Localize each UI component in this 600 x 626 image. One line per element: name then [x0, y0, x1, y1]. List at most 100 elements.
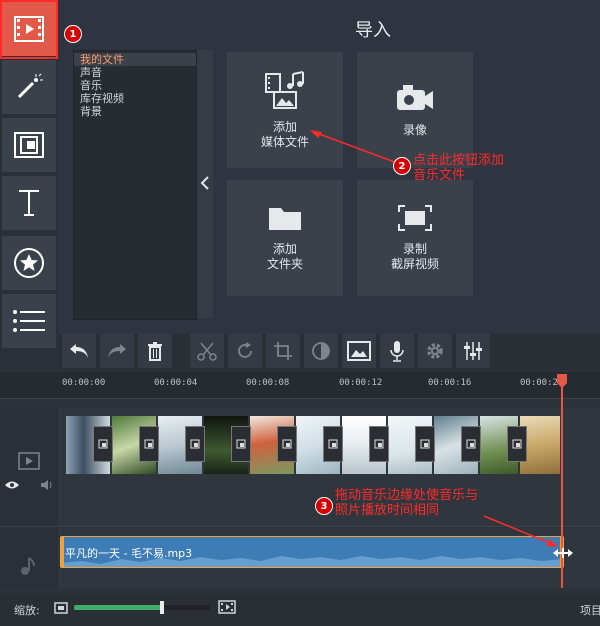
transition-marker[interactable]: [185, 426, 205, 462]
record-voice-button[interactable]: [380, 334, 414, 368]
stickers-button[interactable]: [2, 236, 56, 291]
crop-icon: [274, 342, 292, 360]
collapse-panel-button[interactable]: [197, 50, 213, 318]
audio-clip-left-handle[interactable]: [61, 537, 64, 567]
transition-marker[interactable]: [369, 426, 389, 462]
record-screencast-button[interactable]: 录制 截屏视频: [357, 180, 473, 296]
add-media-icon: [265, 71, 304, 109]
file-category-list: 我的文件 声音 音乐 库存视频 背景: [73, 50, 197, 320]
transition-marker[interactable]: [323, 426, 343, 462]
star-sticker-icon: [14, 248, 44, 278]
left-toolbar: [0, 0, 58, 370]
magic-wand-icon: [17, 73, 43, 99]
crop-button[interactable]: [266, 334, 300, 368]
volume-icon[interactable]: [40, 479, 54, 491]
transition-icon: [14, 132, 44, 158]
transition-icon: [512, 439, 522, 449]
file-category-item[interactable]: 我的文件: [74, 53, 196, 66]
annotation-badge-1: 1: [64, 25, 82, 43]
scissors-icon: [197, 342, 217, 361]
edit-toolbar: [58, 334, 600, 370]
annotation-badge-2: 2: [393, 157, 411, 175]
audio-clip-name: 平凡的一天 - 毛不易.mp3: [65, 547, 193, 560]
zoom-slider[interactable]: [74, 601, 210, 614]
file-category-item[interactable]: 背景: [74, 105, 196, 118]
audio-track-header: [0, 528, 58, 588]
undo-button[interactable]: [62, 334, 96, 368]
zoom-label: 缩放:: [14, 604, 40, 617]
sliders-icon: [464, 342, 482, 360]
folder-icon: [269, 208, 301, 230]
transition-icon: [98, 439, 108, 449]
transition-marker[interactable]: [231, 426, 251, 462]
magic-wand-button[interactable]: [2, 60, 56, 115]
zoom-slider-thumb[interactable]: [160, 601, 165, 614]
transition-icon: [420, 439, 430, 449]
redo-icon: [108, 344, 126, 358]
cut-button[interactable]: [190, 334, 224, 368]
zoom-slider-fill: [74, 605, 163, 610]
transition-icon: [236, 439, 246, 449]
film-icon: [14, 16, 44, 42]
transition-marker[interactable]: [461, 426, 481, 462]
transition-icon: [374, 439, 384, 449]
contrast-icon: [312, 342, 330, 360]
music-note-icon: [21, 557, 35, 575]
transition-marker[interactable]: [139, 426, 159, 462]
tile-label: 录制 截屏视频: [390, 242, 439, 271]
screen-capture-icon: [398, 205, 432, 231]
delete-button[interactable]: [138, 334, 172, 368]
section-title: 导入: [355, 20, 391, 41]
camera-icon: [397, 84, 433, 110]
transition-marker[interactable]: [415, 426, 435, 462]
titles-button[interactable]: [2, 176, 56, 231]
bottom-bar: 缩放: 项目: [0, 594, 600, 626]
annotation-text-3: 拖动音乐边缘处使音乐与 照片播放时间相同: [335, 488, 479, 518]
ruler-tick-label: 00:00:04: [154, 378, 198, 388]
video-track-icon: [18, 452, 40, 470]
rotate-button[interactable]: [228, 334, 262, 368]
transition-icon: [144, 439, 154, 449]
undo-icon: [70, 344, 88, 358]
rotate-icon: [238, 342, 252, 358]
clip-properties-button[interactable]: [342, 334, 376, 368]
video-track-header: [0, 408, 58, 526]
redo-button[interactable]: [100, 334, 134, 368]
transition-marker[interactable]: [93, 426, 113, 462]
zoom-out-icon[interactable]: [54, 602, 68, 614]
equalizer-button[interactable]: [456, 334, 490, 368]
eye-icon[interactable]: [4, 480, 20, 490]
annotation-text-2: 点击此按钮添加 音乐文件: [413, 153, 505, 183]
list-icon: [13, 310, 45, 332]
ruler-tick-label: 00:00:12: [339, 378, 383, 388]
add-folder-button[interactable]: 添加 文件夹: [227, 180, 343, 296]
more-button[interactable]: [2, 294, 56, 349]
ruler-tick-label: 00:00:08: [246, 378, 290, 388]
ruler-tick-label: 00:00:2: [520, 378, 558, 388]
annotation-badge-3: 3: [315, 497, 333, 515]
transition-icon: [466, 439, 476, 449]
ruler-tick-label: 00:00:00: [62, 378, 106, 388]
file-category-item[interactable]: 库存视频: [74, 92, 196, 105]
transition-icon: [328, 439, 338, 449]
file-category-item[interactable]: 音乐: [74, 79, 196, 92]
settings-button[interactable]: [418, 334, 452, 368]
gear-icon: [427, 343, 443, 359]
transitions-button[interactable]: [2, 118, 56, 173]
color-adjust-button[interactable]: [304, 334, 338, 368]
text-icon: [19, 190, 39, 216]
transition-marker[interactable]: [277, 426, 297, 462]
file-category-item[interactable]: 声音: [74, 66, 196, 79]
trash-icon: [148, 342, 162, 361]
transition-icon: [190, 439, 200, 449]
zoom-in-icon[interactable]: [218, 600, 236, 614]
microphone-icon: [390, 341, 404, 362]
import-button[interactable]: [0, 0, 58, 59]
annotation-arrow-3: [483, 515, 558, 547]
chevron-left-icon: [200, 176, 209, 190]
project-label: 项目: [580, 604, 600, 617]
ruler-tick-label: 00:00:16: [428, 378, 472, 388]
transition-marker[interactable]: [507, 426, 527, 462]
image-icon: [347, 341, 371, 361]
tile-label: 添加 文件夹: [266, 242, 303, 271]
